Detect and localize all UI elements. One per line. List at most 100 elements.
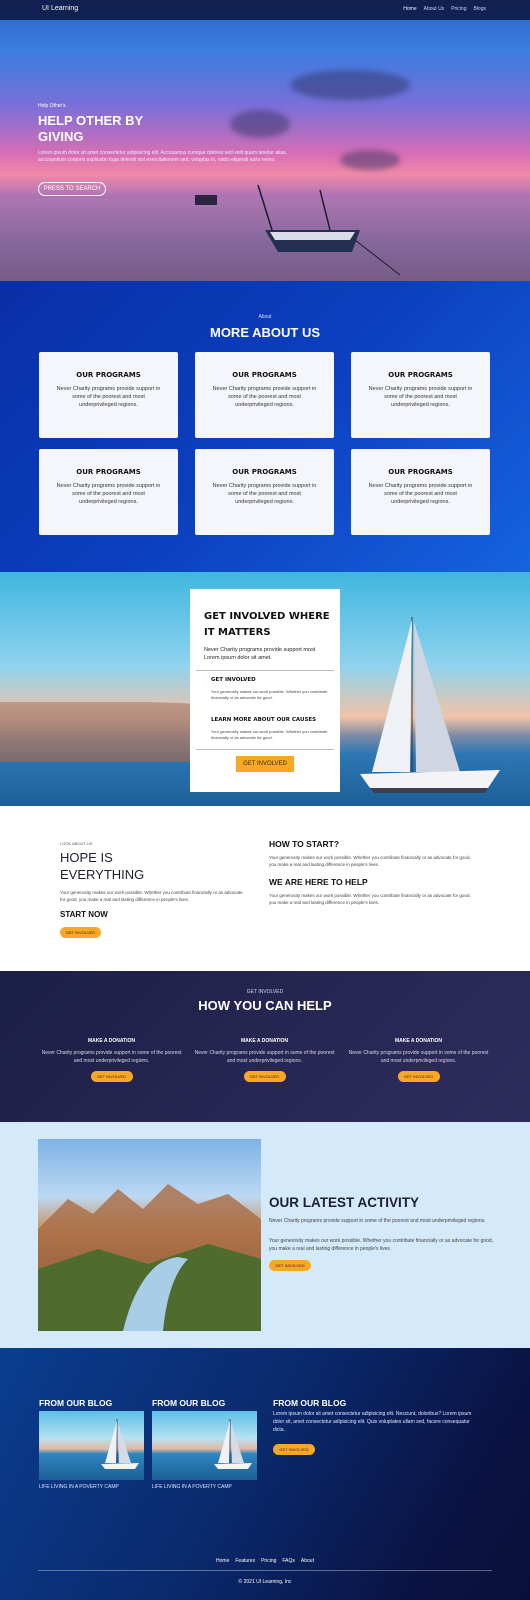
blog-image-sailboat[interactable] [152, 1411, 257, 1480]
how-you-can-help-section: GET INVOLVED HOW YOU CAN HELP MAKE A DON… [0, 971, 530, 1122]
hope-title: HOPE IS EVERYTHING [60, 850, 145, 882]
donation-title: MAKE A DONATION [87, 1038, 136, 1044]
hero-description: Lorem ipsum dolor sit amet consectetur a… [38, 150, 288, 163]
donation-title: MAKE A DONATION [240, 1038, 289, 1044]
nav-link-about-us[interactable]: About Us [424, 6, 445, 12]
blog-get-involved-button[interactable]: GET INVOLVED [273, 1444, 315, 1455]
footer-link-pricing[interactable]: Pricing [261, 1558, 276, 1564]
donation-text: Never Charity programs provide support i… [348, 1050, 489, 1064]
program-card-text: Never Charity programs provide support i… [212, 386, 317, 408]
program-card-text: Never Charity programs provide support i… [212, 483, 317, 505]
donation-column: MAKE A DONATION Never Charity programs p… [39, 1038, 184, 1083]
latest-activity-text-2: Your generosity makes our work possible.… [269, 1238, 494, 1252]
program-card: OUR PROGRAMS Never Charity programs prov… [39, 352, 178, 438]
program-card-text: Never Charity programs provide support i… [368, 483, 473, 505]
hope-section: LOOK ABOUT US HOPE IS EVERYTHING Your ge… [0, 806, 530, 971]
get-involved-card: GET INVOLVED WHERE IT MATTERS Never Char… [190, 589, 340, 792]
program-card-title: OUR PROGRAMS [388, 371, 453, 379]
press-to-search-button[interactable]: PRESS TO SEARCH [38, 182, 106, 196]
program-card-title: OUR PROGRAMS [76, 371, 141, 379]
donation-title: MAKE A DONATION [394, 1038, 443, 1044]
hope-get-involved-button[interactable]: GET INVOLVED [60, 927, 101, 938]
hero-cloud [340, 150, 400, 170]
donation-text: Never Charity programs provide support i… [41, 1050, 182, 1064]
about-eyebrow: About [258, 314, 272, 320]
hero-title: HELP OTHER BY GIVING [38, 113, 143, 144]
brand-logo[interactable]: UI Learning [42, 5, 78, 12]
nav-link-blogs[interactable]: Blogs [473, 6, 486, 12]
get-involved-title: GET INVOLVED WHERE IT MATTERS [204, 611, 330, 638]
activity-get-involved-button[interactable]: GET INVOLVED [269, 1260, 311, 1271]
donation-text: Never Charity programs provide support i… [194, 1050, 335, 1064]
donation-column: MAKE A DONATION Never Charity programs p… [346, 1038, 491, 1083]
get-involved-lead: Never Charity programs provide support m… [204, 647, 316, 661]
help-title: HOW YOU CAN HELP [198, 998, 332, 1013]
blog-image-sailboat[interactable] [39, 1411, 144, 1480]
blog-title: FROM OUR BLOG [152, 1398, 226, 1408]
program-card-title: OUR PROGRAMS [232, 371, 297, 379]
donation-column: MAKE A DONATION Never Charity programs p… [192, 1038, 337, 1083]
hero-cloud [290, 70, 410, 100]
footer-links: Home Features Pricing FAQs About [0, 1558, 530, 1564]
blog-title: FROM OUR BLOG [39, 1398, 113, 1408]
program-card-text: Never Charity programs provide support i… [56, 386, 161, 408]
how-to-start-title: HOW TO START? [269, 839, 340, 849]
learn-more-text: Your generosity makes our work possible.… [211, 729, 328, 740]
program-card: OUR PROGRAMS Never Charity programs prov… [39, 449, 178, 535]
hope-text: Your generosity makes our work possible.… [60, 890, 243, 902]
program-card: OUR PROGRAMS Never Charity programs prov… [195, 449, 334, 535]
get-involved-button[interactable]: GET INVOLVED [236, 756, 294, 772]
donation-get-involved-button[interactable]: GET INVOLVED [397, 1071, 440, 1082]
hero-section: Help Other's HELP OTHER BY GIVING Lorem … [0, 0, 530, 281]
canyon-illustration [38, 1184, 261, 1331]
program-card: OUR PROGRAMS Never Charity programs prov… [351, 352, 490, 438]
about-section: About MORE ABOUT US OUR PROGRAMS Never C… [0, 281, 530, 572]
footer-link-faqs[interactable]: FAQs [282, 1558, 295, 1564]
latest-activity-text-1: Never Charity programs provide support i… [269, 1218, 486, 1224]
footer-link-about[interactable]: About [301, 1558, 314, 1564]
donation-get-involved-button[interactable]: GET INVOLVED [243, 1071, 286, 1082]
program-card-text: Never Charity programs provide support i… [56, 483, 161, 505]
here-to-help-title: WE ARE HERE TO HELP [269, 877, 368, 887]
divider [196, 670, 334, 671]
hero-cloud [230, 110, 290, 138]
canyon-river-photo [38, 1139, 261, 1331]
program-card-title: OUR PROGRAMS [232, 468, 297, 476]
latest-activity-title: OUR LATEST ACTIVITY [269, 1195, 419, 1210]
top-navbar: UI Learning Home About Us Pricing Blogs [0, 0, 530, 20]
donation-get-involved-button[interactable]: GET INVOLVED [90, 1071, 133, 1082]
program-card-text: Never Charity programs provide support i… [368, 386, 473, 408]
program-card-title: OUR PROGRAMS [76, 468, 141, 476]
nav-link-pricing[interactable]: Pricing [451, 6, 466, 12]
footer-link-home[interactable]: Home [216, 1558, 229, 1564]
about-title: MORE ABOUT US [209, 325, 321, 340]
divider [196, 749, 334, 750]
get-involved-item-title: GET INVOLVED [211, 677, 256, 683]
help-eyebrow: GET INVOLVED [246, 989, 284, 995]
footer-copyright: © 2021 UI Learning, Inc [238, 1579, 292, 1585]
sailboat-illustration [360, 617, 500, 793]
nav-link-home[interactable]: Home [403, 6, 416, 12]
blog-text: Lorem ipsum dolor sit amet consectetur a… [273, 1411, 472, 1433]
latest-activity-section: OUR LATEST ACTIVITY Never Charity progra… [0, 1122, 530, 1348]
how-to-start-text: Your generosity makes our work possible.… [269, 855, 471, 867]
blog-caption[interactable]: LIFE LIVING IN A POVERTY CAMP [39, 1484, 119, 1490]
nav-links: Home About Us Pricing Blogs [403, 6, 486, 12]
program-card: OUR PROGRAMS Never Charity programs prov… [195, 352, 334, 438]
learn-more-title: LEARN MORE ABOUT OUR CAUSES [211, 717, 317, 723]
here-to-help-text: Your generosity makes our work possible.… [269, 893, 471, 905]
blog-sailboat-illustration [214, 1419, 252, 1469]
footer-divider [38, 1570, 492, 1571]
blog-title: FROM OUR BLOG [273, 1398, 347, 1408]
hero-eyebrow: Help Other's [38, 103, 66, 109]
get-involved-section: GET INVOLVED WHERE IT MATTERS Never Char… [0, 572, 530, 806]
blog-footer-section: FROM OUR BLOG LIFE LIVING IN A POVERTY C… [0, 1348, 530, 1600]
blog-sailboat-illustration [101, 1419, 139, 1469]
start-now-heading: START NOW [60, 910, 108, 919]
hope-eyebrow: LOOK ABOUT US [60, 841, 93, 846]
blog-caption[interactable]: LIFE LIVING IN A POVERTY CAMP [152, 1484, 232, 1490]
program-card-title: OUR PROGRAMS [388, 468, 453, 476]
footer-link-features[interactable]: Features [235, 1558, 255, 1564]
program-card: OUR PROGRAMS Never Charity programs prov… [351, 449, 490, 535]
get-involved-item-text: Your generosity makes our work possible.… [211, 689, 328, 700]
